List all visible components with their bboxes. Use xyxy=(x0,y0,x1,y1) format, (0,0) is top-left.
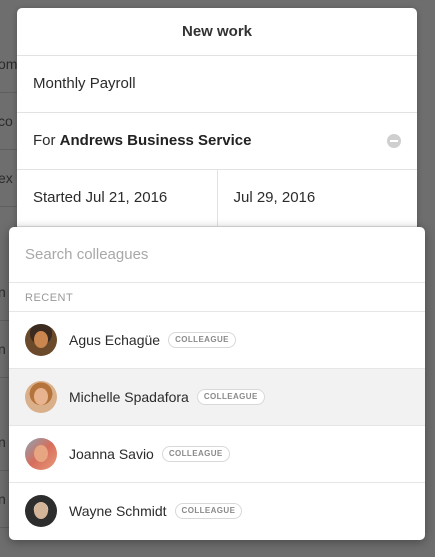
job-name-value: Monthly Payroll xyxy=(33,75,136,92)
recent-section-label: RECENT xyxy=(9,283,425,312)
avatar xyxy=(25,438,57,470)
start-date-field[interactable]: Started Jul 21, 2016 xyxy=(17,170,218,226)
client-field[interactable]: For Andrews Business Service xyxy=(17,113,417,170)
colleague-name: Joanna Savio xyxy=(69,446,154,462)
start-date-value: Started Jul 21, 2016 xyxy=(33,189,168,206)
due-date-value: Jul 29, 2016 xyxy=(233,189,316,206)
colleague-name: Agus Echagüe xyxy=(69,332,161,348)
colleague-badge: COLLEAGUE xyxy=(174,503,243,519)
avatar xyxy=(25,324,57,356)
colleague-badge: COLLEAGUE xyxy=(168,332,236,348)
client-prefix: For xyxy=(33,132,56,149)
colleague-name: Wayne Schmidt xyxy=(69,503,167,519)
colleague-name: Michelle Spadafora xyxy=(69,389,189,405)
colleague-badge: COLLEAGUE xyxy=(161,446,230,462)
colleague-picker: RECENT Agus Echagüe COLLEAGUE Michelle S… xyxy=(9,227,425,540)
due-date-field[interactable]: Jul 29, 2016 xyxy=(218,170,418,226)
avatar xyxy=(25,381,57,413)
colleague-badge: COLLEAGUE xyxy=(196,389,265,405)
job-name-field[interactable]: Monthly Payroll xyxy=(17,56,417,113)
avatar xyxy=(25,495,57,527)
search-colleagues-input[interactable] xyxy=(9,227,425,283)
client-name: Andrews Business Service xyxy=(59,132,252,149)
remove-client-icon[interactable] xyxy=(387,134,401,148)
colleague-row[interactable]: Agus Echagüe COLLEAGUE xyxy=(9,312,425,369)
colleague-row[interactable]: Wayne Schmidt COLLEAGUE xyxy=(9,483,425,539)
card-title: New work xyxy=(17,8,417,56)
colleague-row[interactable]: Michelle Spadafora COLLEAGUE xyxy=(9,369,425,426)
colleague-row[interactable]: Joanna Savio COLLEAGUE xyxy=(9,426,425,483)
dates-row: Started Jul 21, 2016 Jul 29, 2016 xyxy=(17,170,417,227)
